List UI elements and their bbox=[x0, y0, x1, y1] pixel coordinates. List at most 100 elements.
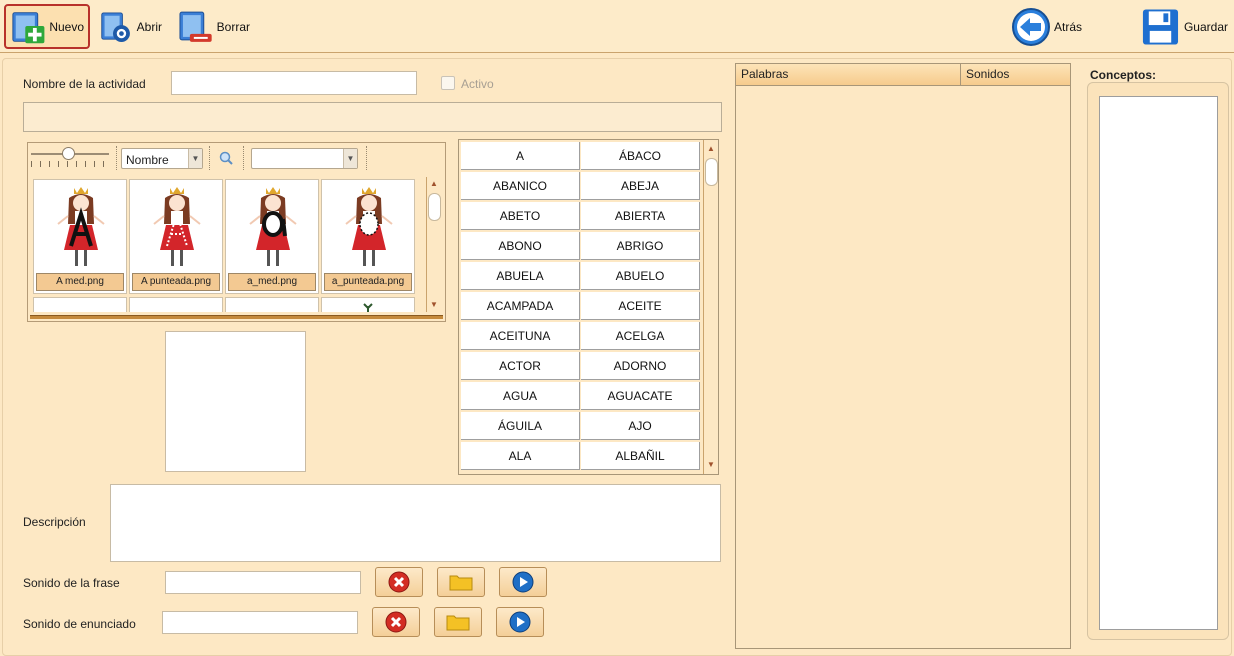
princess-image bbox=[57, 187, 105, 266]
delete-icon bbox=[179, 11, 212, 42]
active-checkbox[interactable] bbox=[441, 76, 455, 90]
statement-sound-input[interactable] bbox=[162, 611, 358, 634]
thumbnail-item[interactable] bbox=[33, 297, 127, 312]
statement-sound-play-button[interactable] bbox=[496, 607, 544, 637]
open-label: Abrir bbox=[136, 19, 162, 34]
toolbar-separator-2 bbox=[209, 146, 210, 170]
word-cell[interactable]: ABUELO bbox=[581, 262, 700, 290]
description-textarea[interactable] bbox=[110, 484, 721, 562]
concepts-list[interactable] bbox=[1099, 96, 1218, 630]
word-cell[interactable]: ACEITE bbox=[581, 292, 700, 320]
thumbnail-caption: a_med.png bbox=[228, 273, 316, 291]
sentence-sound-label: Sonido de la frase bbox=[23, 576, 120, 590]
clear-x-icon bbox=[385, 611, 407, 633]
save-floppy-icon bbox=[1142, 8, 1179, 45]
scroll-up-icon[interactable]: ▲ bbox=[704, 142, 718, 156]
sentence-sound-play-button[interactable] bbox=[499, 567, 547, 597]
sentence-sound-input[interactable] bbox=[165, 571, 361, 594]
scroll-down-icon[interactable]: ▼ bbox=[704, 458, 718, 472]
scroll-up-icon[interactable]: ▲ bbox=[427, 177, 441, 191]
open-gear-icon bbox=[101, 11, 130, 42]
word-grid-scrollbar[interactable]: ▲ ▼ bbox=[703, 140, 718, 474]
zoom-slider-ticks bbox=[31, 161, 109, 167]
word-cell[interactable]: ABRIGO bbox=[581, 232, 700, 260]
thumbnail-caption: A punteada.png bbox=[132, 273, 220, 291]
activity-name-label: Nombre de la actividad bbox=[23, 77, 146, 91]
chevron-down-icon: ▼ bbox=[343, 149, 357, 168]
play-icon bbox=[512, 571, 534, 593]
word-cell[interactable]: ABETO bbox=[461, 202, 580, 230]
delete-button[interactable]: Borrar bbox=[172, 4, 254, 49]
new-button[interactable]: Nuevo bbox=[4, 4, 90, 49]
word-cell[interactable]: ABONO bbox=[461, 232, 580, 260]
column-header-sounds[interactable]: Sonidos bbox=[961, 64, 1070, 85]
statement-sound-label: Sonido de enunciado bbox=[23, 617, 136, 631]
scroll-thumb[interactable] bbox=[705, 158, 718, 186]
new-label: Nuevo bbox=[49, 19, 84, 34]
words-sounds-table[interactable]: Palabras Sonidos bbox=[735, 63, 1071, 649]
princess-image bbox=[153, 187, 201, 266]
thumbnail-item[interactable] bbox=[129, 297, 223, 312]
scroll-thumb[interactable] bbox=[428, 193, 441, 221]
delete-label: Borrar bbox=[216, 19, 250, 34]
thumbnail-grid: A med.png A punteada.png a_med.png a_pun… bbox=[31, 177, 425, 312]
filter-select[interactable]: ▼ bbox=[251, 148, 358, 169]
activity-name-input[interactable] bbox=[171, 71, 417, 95]
browser-bottom-bar bbox=[30, 315, 443, 319]
folder-icon bbox=[449, 575, 473, 591]
thumbnail-item[interactable]: a_med.png bbox=[225, 179, 319, 294]
image-preview bbox=[165, 331, 306, 472]
search-icon[interactable] bbox=[219, 151, 233, 165]
word-cell[interactable]: ABEJA bbox=[581, 172, 700, 200]
save-button[interactable]: Guardar bbox=[1136, 4, 1232, 49]
princess-image bbox=[345, 187, 393, 266]
column-header-words[interactable]: Palabras bbox=[736, 64, 961, 85]
statement-sound-folder-button[interactable] bbox=[434, 607, 482, 637]
chevron-down-icon: ▼ bbox=[188, 149, 202, 168]
thumbnail-caption: a_punteada.png bbox=[324, 273, 412, 291]
thumbnail-item[interactable]: a_punteada.png bbox=[321, 179, 415, 294]
word-cell[interactable]: ABUELA bbox=[461, 262, 580, 290]
open-button[interactable]: Abrir bbox=[94, 4, 166, 49]
statement-sound-clear-button[interactable] bbox=[372, 607, 420, 637]
sentence-sound-clear-button[interactable] bbox=[375, 567, 423, 597]
word-cell[interactable]: ÁGUILA bbox=[461, 412, 580, 440]
word-cell[interactable]: ALA bbox=[461, 442, 580, 470]
save-label: Guardar bbox=[1183, 19, 1228, 34]
browser-scrollbar[interactable]: ▲ ▼ bbox=[426, 177, 441, 312]
word-cell[interactable]: A bbox=[461, 142, 580, 170]
sprout-image bbox=[363, 303, 373, 312]
concepts-panel bbox=[1087, 82, 1229, 640]
word-cell[interactable]: ACTOR bbox=[461, 352, 580, 380]
word-cell[interactable]: AGUA bbox=[461, 382, 580, 410]
thumbnail-item[interactable] bbox=[225, 297, 319, 312]
zoom-slider-handle[interactable] bbox=[62, 147, 75, 160]
back-button[interactable]: Atrás bbox=[1007, 4, 1087, 49]
word-cell[interactable]: ACAMPADA bbox=[461, 292, 580, 320]
toolbar-separator-4 bbox=[366, 146, 367, 170]
scroll-down-icon[interactable]: ▼ bbox=[427, 298, 441, 312]
clear-x-icon bbox=[388, 571, 410, 593]
toolbar-separator-3 bbox=[243, 146, 244, 170]
sort-select-value: Nombre bbox=[126, 153, 169, 167]
sentence-sound-folder-button[interactable] bbox=[437, 567, 485, 597]
activity-text-bar[interactable] bbox=[23, 102, 722, 132]
sort-select[interactable]: Nombre ▼ bbox=[121, 148, 203, 169]
toolbar-separator bbox=[116, 146, 117, 170]
word-cell[interactable]: AGUACATE bbox=[581, 382, 700, 410]
word-cell[interactable]: ÁBACO bbox=[581, 142, 700, 170]
word-cell[interactable]: ABANICO bbox=[461, 172, 580, 200]
word-cell[interactable]: ADORNO bbox=[581, 352, 700, 380]
thumbnail-item[interactable]: A punteada.png bbox=[129, 179, 223, 294]
thumbnail-item[interactable]: A med.png bbox=[33, 179, 127, 294]
back-arrow-icon bbox=[1012, 7, 1050, 46]
word-cell[interactable]: ACELGA bbox=[581, 322, 700, 350]
princess-image bbox=[249, 187, 297, 266]
thumbnail-caption: A med.png bbox=[36, 273, 124, 291]
folder-icon bbox=[446, 615, 470, 631]
word-cell[interactable]: ACEITUNA bbox=[461, 322, 580, 350]
thumbnail-item[interactable] bbox=[321, 297, 415, 312]
word-cell[interactable]: ABIERTA bbox=[581, 202, 700, 230]
word-cell[interactable]: AJO bbox=[581, 412, 700, 440]
word-cell[interactable]: ALBAÑIL bbox=[581, 442, 700, 470]
